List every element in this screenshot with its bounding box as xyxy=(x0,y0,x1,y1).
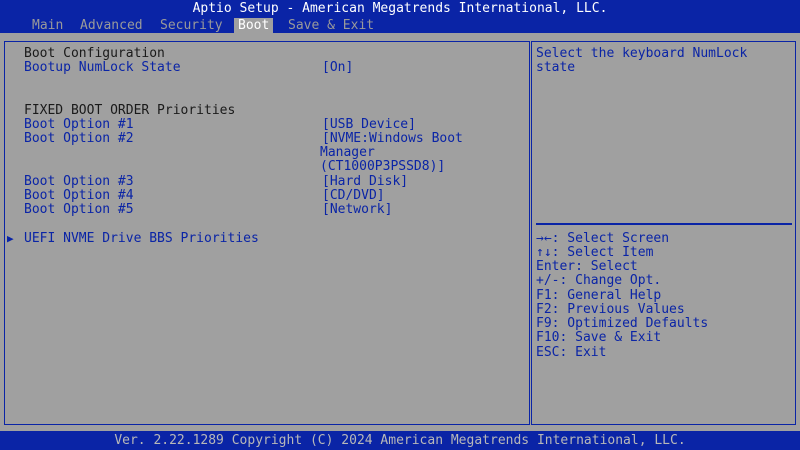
help-text-line-1: Select the keyboard NumLock xyxy=(536,46,748,61)
boot-option-2-value-line3[interactable]: (CT1000P3PSSD8)] xyxy=(320,160,445,174)
boot-option-3-value[interactable]: [Hard Disk] xyxy=(322,175,408,189)
tab-bar: Main Advanced Security Boot Save & Exit xyxy=(0,18,800,33)
numlock-value[interactable]: [On] xyxy=(322,61,353,75)
footer-version: Ver. 2.22.1289 Copyright (C) 2024 Americ… xyxy=(0,431,800,450)
help-text-line-2: state xyxy=(536,60,576,75)
key-help-enter: Enter: Select xyxy=(536,259,638,274)
boot-option-4-label[interactable]: Boot Option #4 xyxy=(24,189,134,203)
window-title: Aptio Setup - American Megatrends Intern… xyxy=(0,0,800,18)
uefi-nvme-bbs-priorities-item[interactable]: UEFI NVME Drive BBS Priorities xyxy=(24,232,259,246)
help-divider xyxy=(536,223,792,225)
key-help-f2: F2: Previous Values xyxy=(536,302,685,317)
tab-boot[interactable]: Boot xyxy=(234,18,274,33)
tab-save-exit[interactable]: Save & Exit xyxy=(284,18,378,33)
tab-main[interactable]: Main xyxy=(28,18,67,33)
key-help-select-screen: →←: Select Screen xyxy=(536,231,670,246)
boot-config-header: Boot Configuration xyxy=(24,46,165,61)
boot-option-2-value-line1[interactable]: [NVME:Windows Boot xyxy=(322,132,463,146)
boot-option-5-value[interactable]: [Network] xyxy=(322,203,392,217)
key-help-f1: F1: General Help xyxy=(536,288,662,303)
boot-option-4-value[interactable]: [CD/DVD] xyxy=(322,189,385,203)
boot-option-1-label[interactable]: Boot Option #1 xyxy=(24,118,134,132)
key-help-esc: ESC: Exit xyxy=(536,345,607,360)
submenu-arrow-icon: ▶ xyxy=(7,232,14,245)
key-help-change-opt: +/-: Change Opt. xyxy=(536,273,662,288)
boot-option-2-label[interactable]: Boot Option #2 xyxy=(24,132,134,146)
boot-option-2-value-line2[interactable]: Manager xyxy=(320,146,375,160)
key-help-select-item: ↑↓: Select Item xyxy=(536,245,654,260)
boot-option-5-label[interactable]: Boot Option #5 xyxy=(24,203,134,217)
fixed-boot-order-header: FIXED BOOT ORDER Priorities xyxy=(24,103,236,118)
tab-security[interactable]: Security xyxy=(156,18,227,33)
key-help-f9: F9: Optimized Defaults xyxy=(536,316,709,331)
tab-advanced[interactable]: Advanced xyxy=(76,18,147,33)
boot-option-1-value[interactable]: [USB Device] xyxy=(322,118,416,132)
main-panel: Boot Configuration Bootup NumLock State … xyxy=(0,33,800,431)
key-help-f10: F10: Save & Exit xyxy=(536,330,662,345)
boot-option-3-label[interactable]: Boot Option #3 xyxy=(24,175,134,189)
numlock-label[interactable]: Bootup NumLock State xyxy=(24,61,181,75)
